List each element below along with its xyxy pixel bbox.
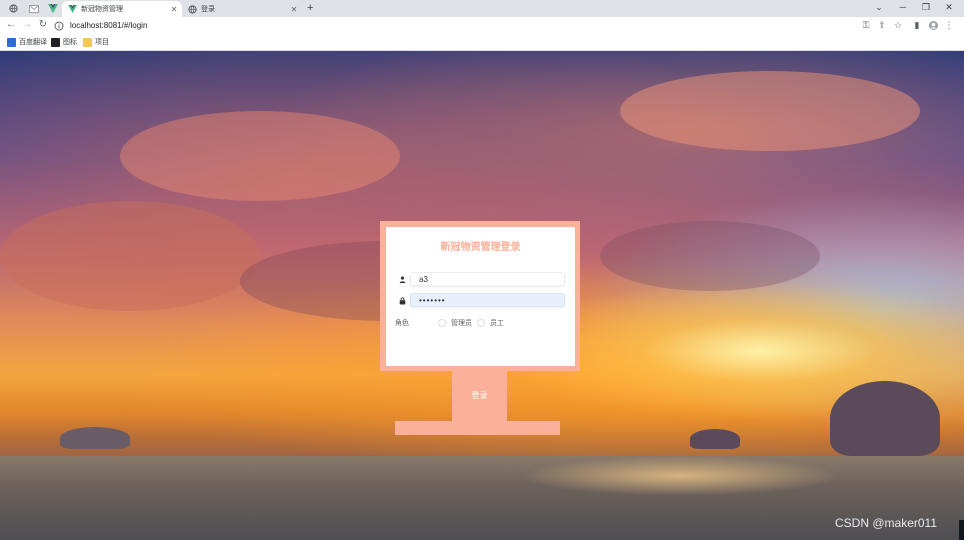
user-icon [398, 275, 407, 284]
tab-main[interactable]: 新冠物资管理 ✕ [62, 1, 182, 17]
storm-cloud [690, 429, 740, 449]
radio-label: 员工 [490, 320, 504, 327]
bookmark-label: 图标 [63, 39, 77, 46]
reload-icon[interactable]: ↻ [37, 19, 49, 31]
watermark: CSDN @maker011 [835, 516, 937, 530]
globe-icon [188, 4, 197, 14]
vue-logo-icon [68, 5, 77, 14]
bookmarks-bar: 百度翻译 图标 项目 [0, 34, 964, 51]
address-text: localhost:8081/#/login [70, 21, 148, 30]
side-panel-icon[interactable]: ▮ [912, 20, 922, 30]
translate-icon [7, 37, 16, 47]
back-arrow-icon[interactable]: ← [5, 19, 17, 31]
tab-strip: 新冠物资管理 ✕ 登录 ✕ + ⌄ ─ ❐ ✕ [0, 0, 964, 17]
close-window-button[interactable]: ✕ [938, 0, 960, 17]
star-icon[interactable]: ☆ [893, 20, 903, 30]
tab-login[interactable]: 登录 ✕ [182, 1, 302, 17]
menu-kebab-icon[interactable]: ⋮ [944, 20, 954, 30]
radio-admin[interactable]: 管理员 [438, 318, 472, 328]
password-input[interactable]: ••••••• [410, 293, 565, 307]
radio-staff[interactable]: 员工 [477, 318, 504, 328]
cloud [120, 111, 400, 201]
share-icon[interactable]: ⇪ [877, 20, 887, 30]
cloud [600, 221, 820, 291]
storm-cloud [830, 381, 940, 456]
forward-arrow-icon[interactable]: → [21, 19, 33, 31]
globe-icon [8, 4, 18, 13]
site-info-icon[interactable] [54, 21, 64, 31]
bookmark-item[interactable]: 图标 [51, 37, 77, 47]
profile-avatar-icon[interactable] [928, 20, 938, 30]
address-bar[interactable]: localhost:8081/#/login [54, 18, 854, 33]
pinned-tab-globe[interactable] [6, 1, 20, 16]
key-icon[interactable]: ⚿ [861, 20, 871, 30]
login-title: 新冠物资管理登录 [440, 242, 521, 253]
bookmark-label: 百度翻译 [19, 39, 47, 46]
minimize-button[interactable]: ─ [892, 0, 914, 17]
login-button[interactable]: 登录 [452, 389, 507, 403]
login-stand-base [395, 421, 560, 435]
radio-circle-icon[interactable] [477, 319, 485, 327]
sea-glint [520, 456, 840, 496]
tab-title: 新冠物资管理 [81, 6, 123, 13]
radio-label: 管理员 [451, 320, 472, 327]
browser-toolbar: ← → ↻ localhost:8081/#/login ⚿ ⇪ ☆ ▮ ⋮ [0, 17, 964, 34]
mail-icon [29, 4, 39, 13]
restore-button[interactable]: ❐ [915, 0, 937, 17]
pinned-tab-vue[interactable] [46, 1, 60, 16]
role-label: 角色 [395, 320, 409, 327]
lock-icon [398, 296, 407, 305]
storm-cloud [60, 427, 130, 449]
vue-logo-icon [48, 4, 58, 13]
tab-title: 登录 [201, 6, 215, 13]
close-tab-icon[interactable]: ✕ [169, 5, 179, 14]
cloud [0, 201, 260, 311]
new-tab-button[interactable]: + [307, 2, 313, 14]
corner-overlay [959, 520, 964, 540]
tab-search-icon[interactable]: ⌄ [868, 0, 890, 17]
bookmark-item[interactable]: 百度翻译 [7, 37, 47, 47]
bookmark-label: 项目 [95, 39, 109, 46]
radio-circle-icon[interactable] [438, 319, 446, 327]
close-tab-icon[interactable]: ✕ [289, 5, 299, 14]
username-input[interactable]: a3 [410, 272, 565, 286]
bookmark-item[interactable]: 项目 [83, 37, 109, 47]
icon-site-icon [51, 37, 60, 47]
cloud [620, 71, 920, 151]
folder-icon [83, 37, 92, 47]
pinned-tab-mail[interactable] [26, 1, 42, 16]
